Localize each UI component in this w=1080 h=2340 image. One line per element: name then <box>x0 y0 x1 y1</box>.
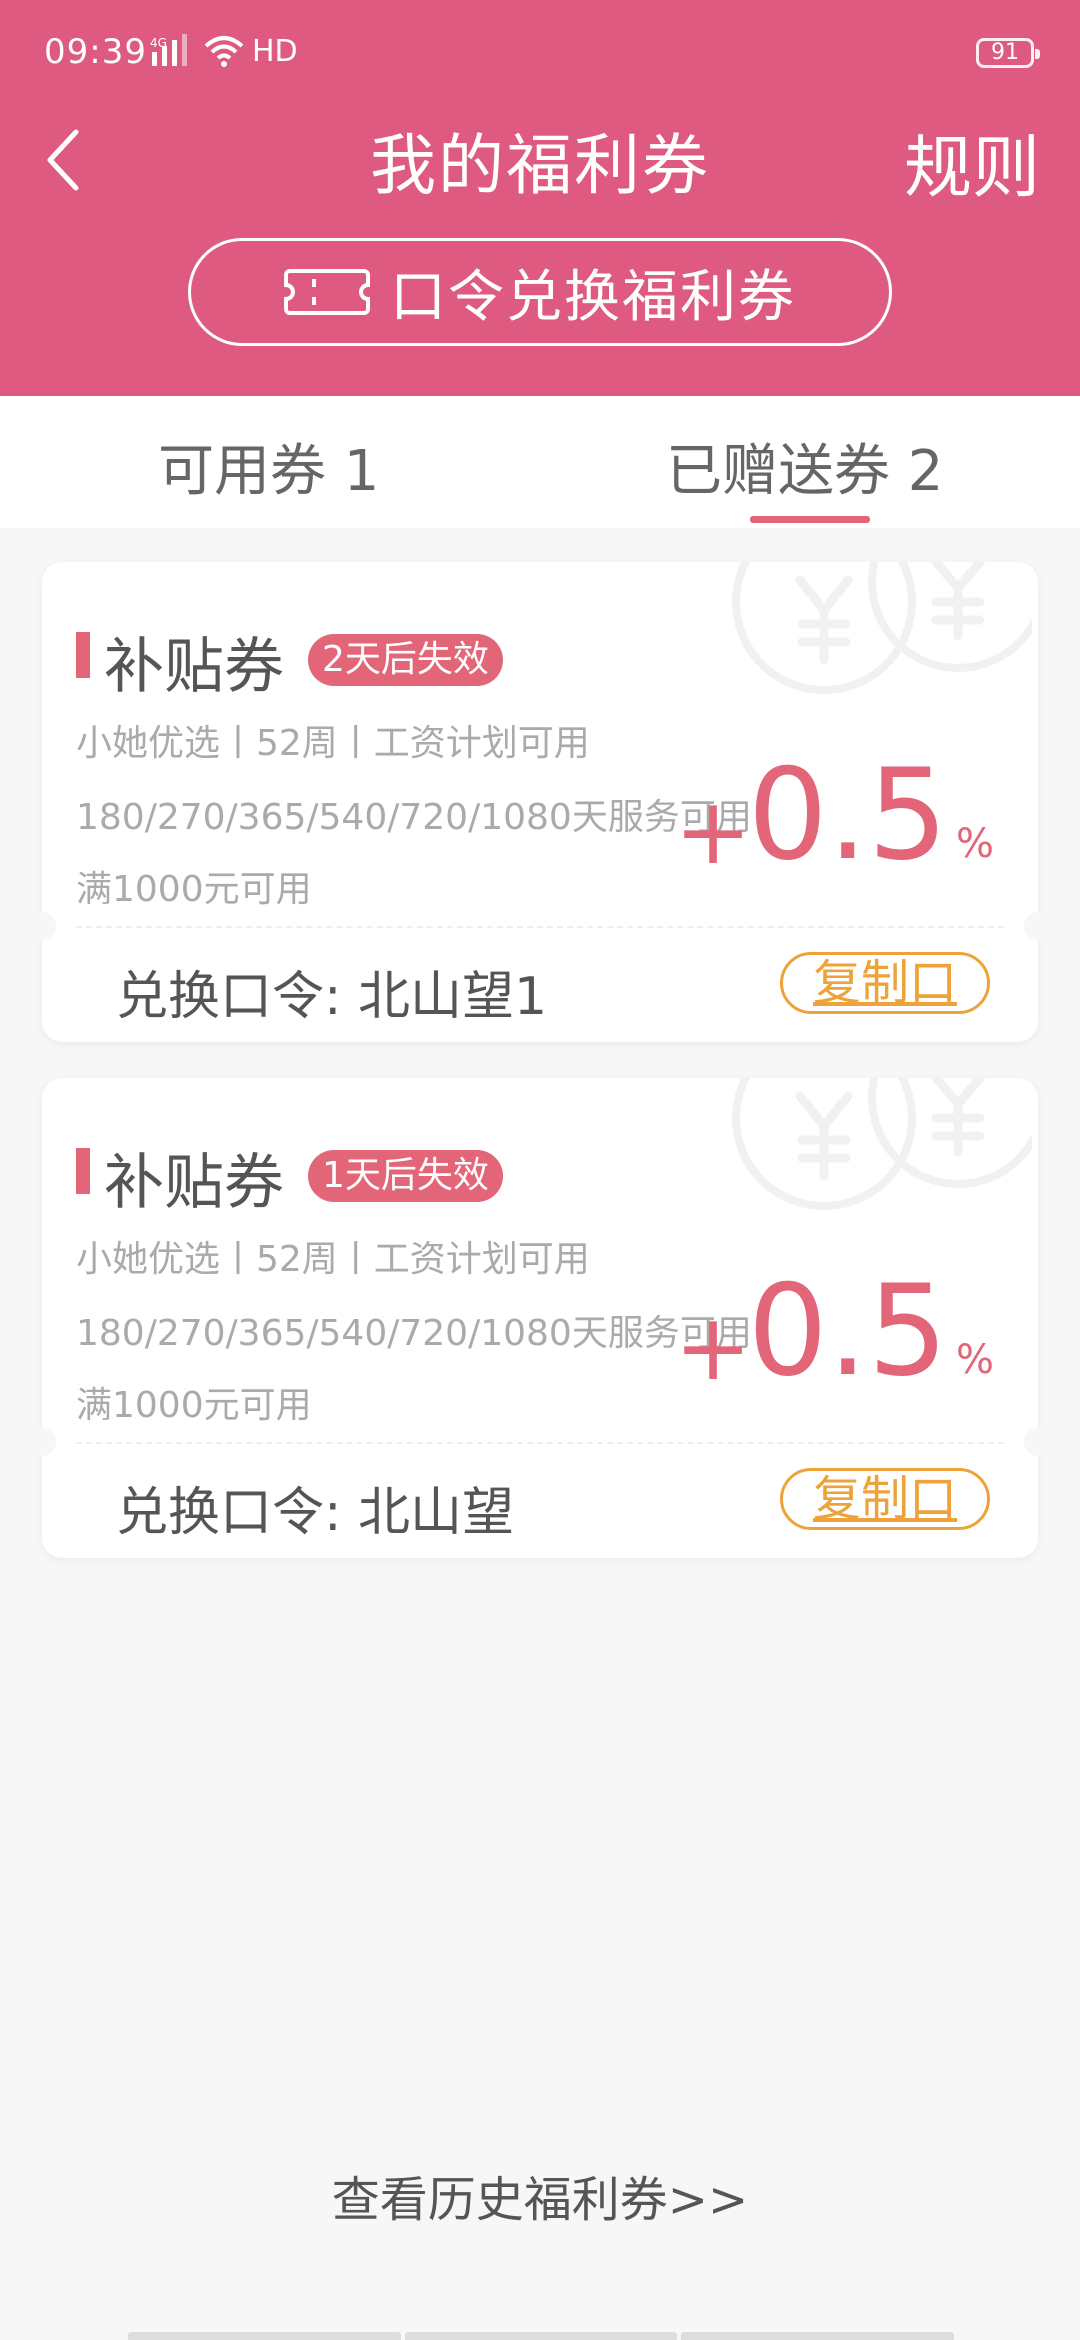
coupon-notch <box>28 912 56 940</box>
coupon-value-number: 0.5 <box>747 1257 948 1404</box>
coupon-notch <box>1024 912 1052 940</box>
coupon-minimum: 满1000元可用 <box>76 869 312 910</box>
history-coupons-link[interactable]: 查看历史福利券>> <box>0 2160 1080 2230</box>
header: 09:39 4G HD 91 我的福利券 规则 口令兑换福利券 <box>0 0 1080 396</box>
rules-link[interactable]: 规则 <box>904 112 1040 211</box>
coupon-minimum: 满1000元可用 <box>76 1385 312 1426</box>
status-time: 09:39 <box>44 32 147 72</box>
coupon-value-sign: + <box>674 1294 752 1401</box>
yuan-coin-icon <box>732 562 1032 694</box>
coupon-value-number: 0.5 <box>747 741 948 888</box>
bottom-bar-segment <box>681 2332 955 2340</box>
redeem-code-label: 口令兑换福利券 <box>390 264 796 330</box>
redeem-code-text: 兑换口令: 北山望1 <box>116 967 548 1027</box>
yuan-coin-icon <box>732 1078 1032 1210</box>
coupon-divider <box>76 926 1004 928</box>
battery-icon: 91 <box>976 38 1040 68</box>
coupon-card: 补贴券 1天后失效 小她优选丨52周丨工资计划可用 180/270/365/54… <box>28 1078 1052 1558</box>
coupon-value: + 0.5 % <box>675 752 995 878</box>
redeem-code-button[interactable]: 口令兑换福利券 <box>188 238 892 346</box>
coupon-value-unit: % <box>955 821 994 867</box>
coupon-divider <box>76 1442 1004 1444</box>
status-bar: 09:39 4G HD 91 <box>0 0 1080 110</box>
coupon-type-marker <box>76 1148 90 1194</box>
wifi-icon <box>204 36 244 67</box>
coupon-scope: 小她优选丨52周丨工资计划可用 <box>76 723 590 764</box>
network-label: HD <box>252 34 298 69</box>
copy-code-button[interactable]: 复制口 <box>780 1468 990 1530</box>
redeem-code-text: 兑换口令: 北山望 <box>116 1483 515 1543</box>
coupon-notch <box>1024 1428 1052 1456</box>
bottom-bar-segment <box>128 2332 401 2340</box>
coupon-notch <box>28 1428 56 1456</box>
copy-code-button[interactable]: 复制口 <box>780 952 990 1014</box>
coupon-type: 补贴券 <box>104 1148 284 1218</box>
coupon-scope: 小她优选丨52周丨工资计划可用 <box>76 1239 590 1280</box>
coupon-value: + 0.5 % <box>675 1268 995 1394</box>
coupon-value-sign: + <box>674 778 752 885</box>
tab-bar: 可用券 1 已赠送券 2 <box>0 396 1080 528</box>
tab-indicator <box>750 516 870 523</box>
coupon-terms: 180/270/365/540/720/1080天服务可用 <box>76 1313 752 1354</box>
signal-icon: 4G <box>150 34 187 66</box>
tab-available[interactable]: 可用券 1 <box>158 426 379 507</box>
coupon-value-unit: % <box>955 1337 994 1383</box>
tab-gifted[interactable]: 已赠送券 2 <box>666 426 943 507</box>
coupon-terms: 180/270/365/540/720/1080天服务可用 <box>76 797 752 838</box>
coupon-type: 补贴券 <box>104 632 284 702</box>
expiry-badge: 2天后失效 <box>308 634 503 686</box>
ticket-icon <box>284 269 370 315</box>
coupon-type-marker <box>76 632 90 678</box>
coupon-card: 补贴券 2天后失效 小她优选丨52周丨工资计划可用 180/270/365/54… <box>28 562 1052 1042</box>
bottom-bar-stub <box>128 2332 955 2340</box>
expiry-badge: 1天后失效 <box>308 1150 503 1202</box>
bottom-bar-segment <box>404 2332 678 2340</box>
